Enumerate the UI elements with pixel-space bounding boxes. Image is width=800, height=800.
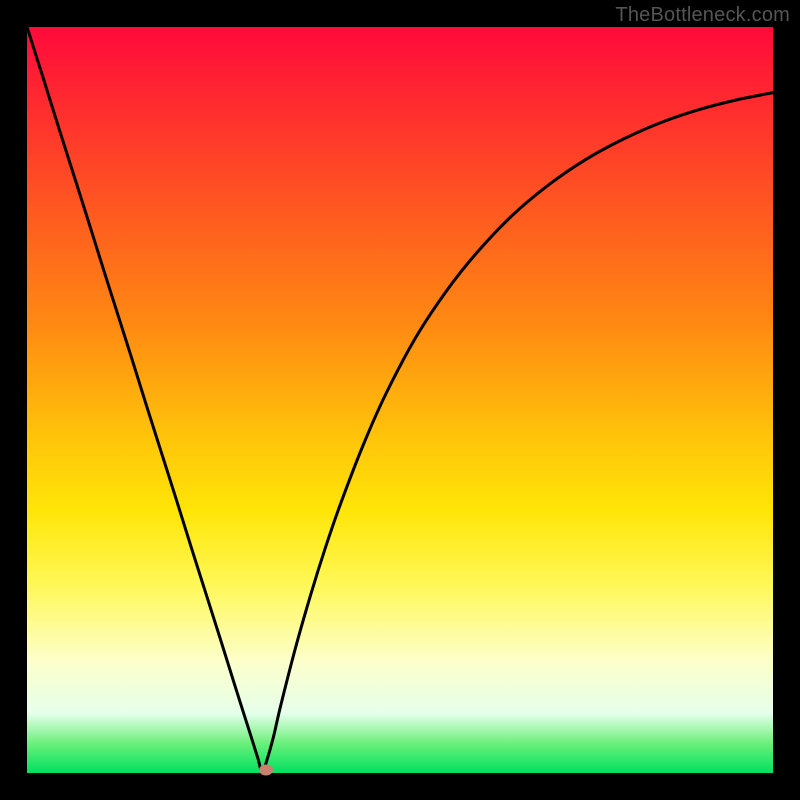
plot-area [27, 27, 773, 773]
chart-frame: TheBottleneck.com [0, 0, 800, 800]
bottleneck-curve [27, 27, 773, 773]
curve-svg [27, 27, 773, 773]
optimum-marker [259, 765, 273, 776]
watermark-text: TheBottleneck.com [615, 4, 790, 27]
